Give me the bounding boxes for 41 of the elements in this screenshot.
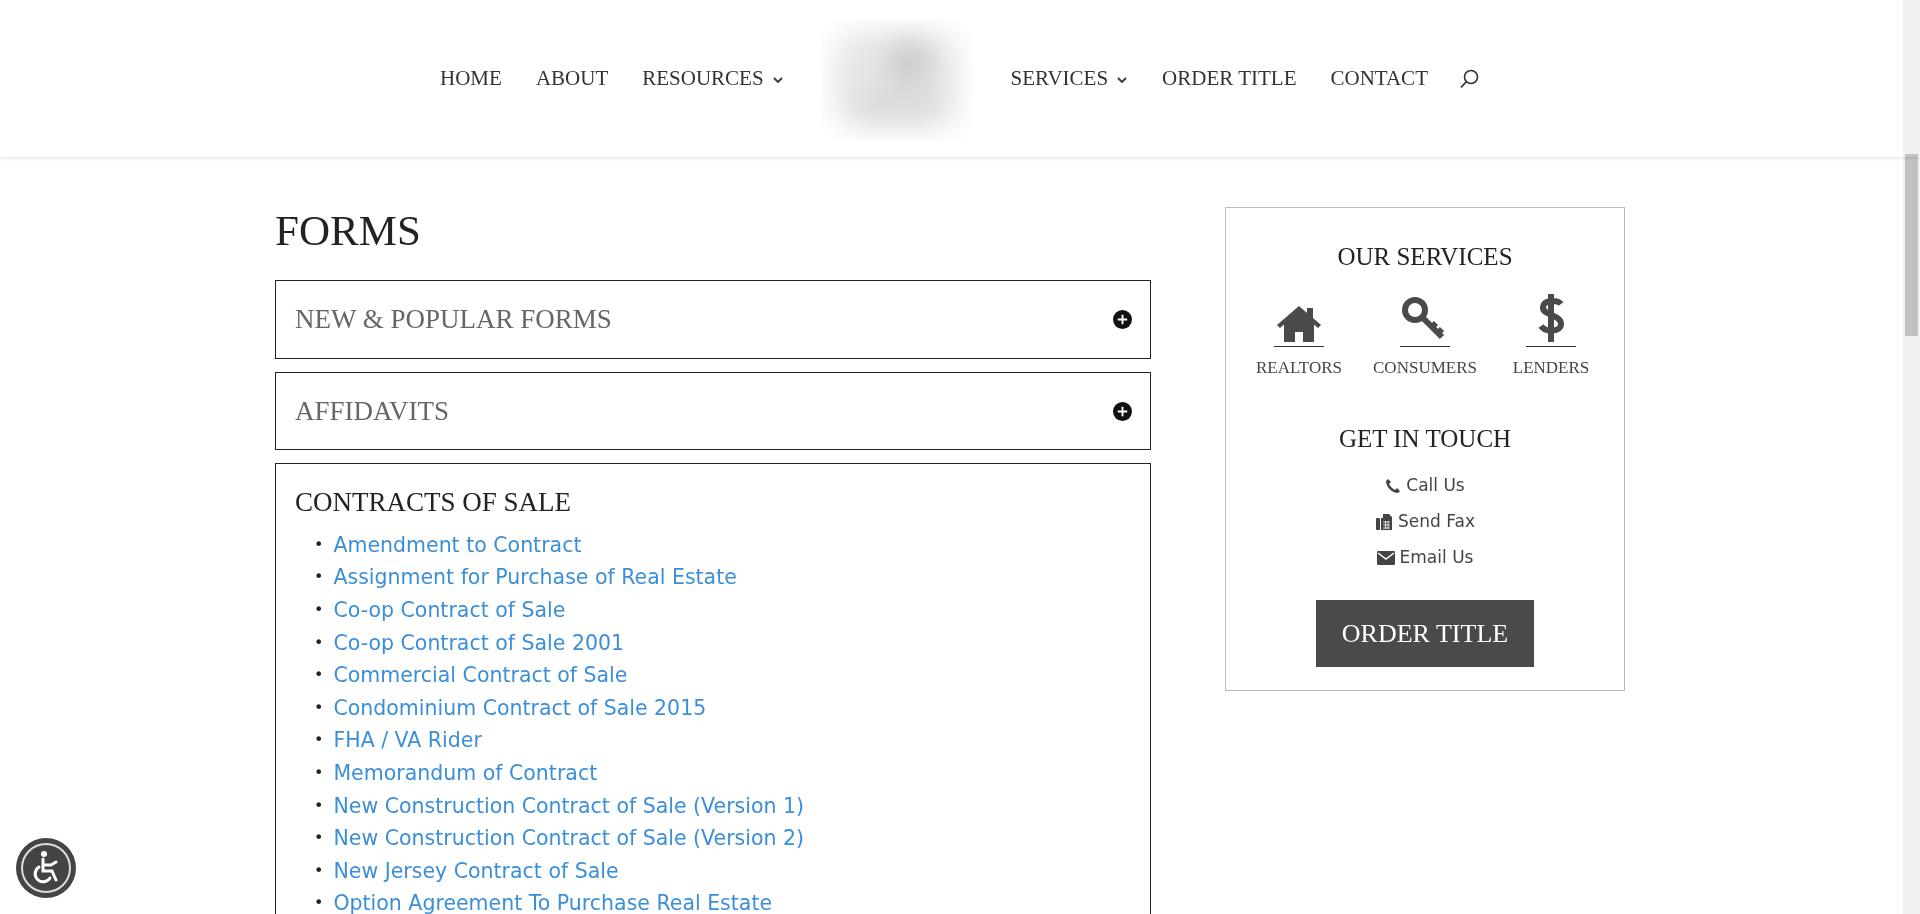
- bullet-mark: •: [314, 599, 324, 621]
- bullet-mark: •: [314, 761, 324, 784]
- bullet-mark: •: [314, 664, 324, 687]
- house-icon: [1276, 303, 1322, 344]
- bullet-mark: •: [314, 533, 324, 556]
- get-in-touch-link[interactable]: Send Fax: [1398, 508, 1475, 535]
- nav-link[interactable]: RESOURCES: [642, 62, 784, 95]
- order-title-button[interactable]: ORDER TITLE: [1315, 599, 1535, 667]
- bullet-mark: •: [314, 696, 324, 719]
- plus-icon: [1113, 401, 1132, 421]
- bullet-mark: •: [314, 859, 324, 882]
- envelope-icon: [1376, 550, 1395, 565]
- service-link[interactable]: CONSUMERS: [1373, 354, 1477, 380]
- nav-link[interactable]: ABOUT: [535, 62, 609, 95]
- phone-icon: [1385, 477, 1402, 494]
- nav-link[interactable]: CONTACT: [1330, 62, 1428, 95]
- plus-icon: [1113, 310, 1132, 330]
- accordion-header[interactable]: AFFIDAVITS: [276, 372, 1150, 450]
- service-link[interactable]: REALTORS: [1256, 354, 1342, 380]
- fax-icon: [1375, 512, 1394, 531]
- get-in-touch-link[interactable]: Email Us: [1399, 544, 1474, 571]
- page-title: FORMS: [275, 207, 422, 255]
- scrollbar[interactable]: [1903, 0, 1920, 914]
- bullet-mark: •: [314, 729, 324, 752]
- accessibility-icon[interactable]: [16, 838, 76, 898]
- bullet-mark: •: [314, 631, 324, 654]
- nav-link[interactable]: HOME: [440, 62, 502, 95]
- section-heading: OUR SERVICES: [1336, 242, 1514, 272]
- bullet-mark: •: [314, 794, 324, 817]
- accordion-header[interactable]: CONTRACTS OF SALE: [276, 464, 1150, 529]
- get-in-touch-link[interactable]: Call Us: [1406, 472, 1465, 499]
- scrollbar-thumb[interactable]: [1905, 154, 1918, 336]
- nav-link[interactable]: SERVICES: [1010, 62, 1129, 95]
- service-link[interactable]: LENDERS: [1512, 354, 1590, 380]
- nav-link[interactable]: ORDER TITLE: [1162, 62, 1297, 95]
- section-heading: GET IN TOUCH: [1337, 424, 1513, 454]
- bullet-mark: •: [314, 892, 324, 914]
- bullet-mark: •: [314, 566, 324, 589]
- bullet-mark: •: [314, 827, 324, 850]
- accordion-header[interactable]: NEW & POPULAR FORMS: [276, 281, 1150, 358]
- dollar-icon: [1536, 291, 1566, 344]
